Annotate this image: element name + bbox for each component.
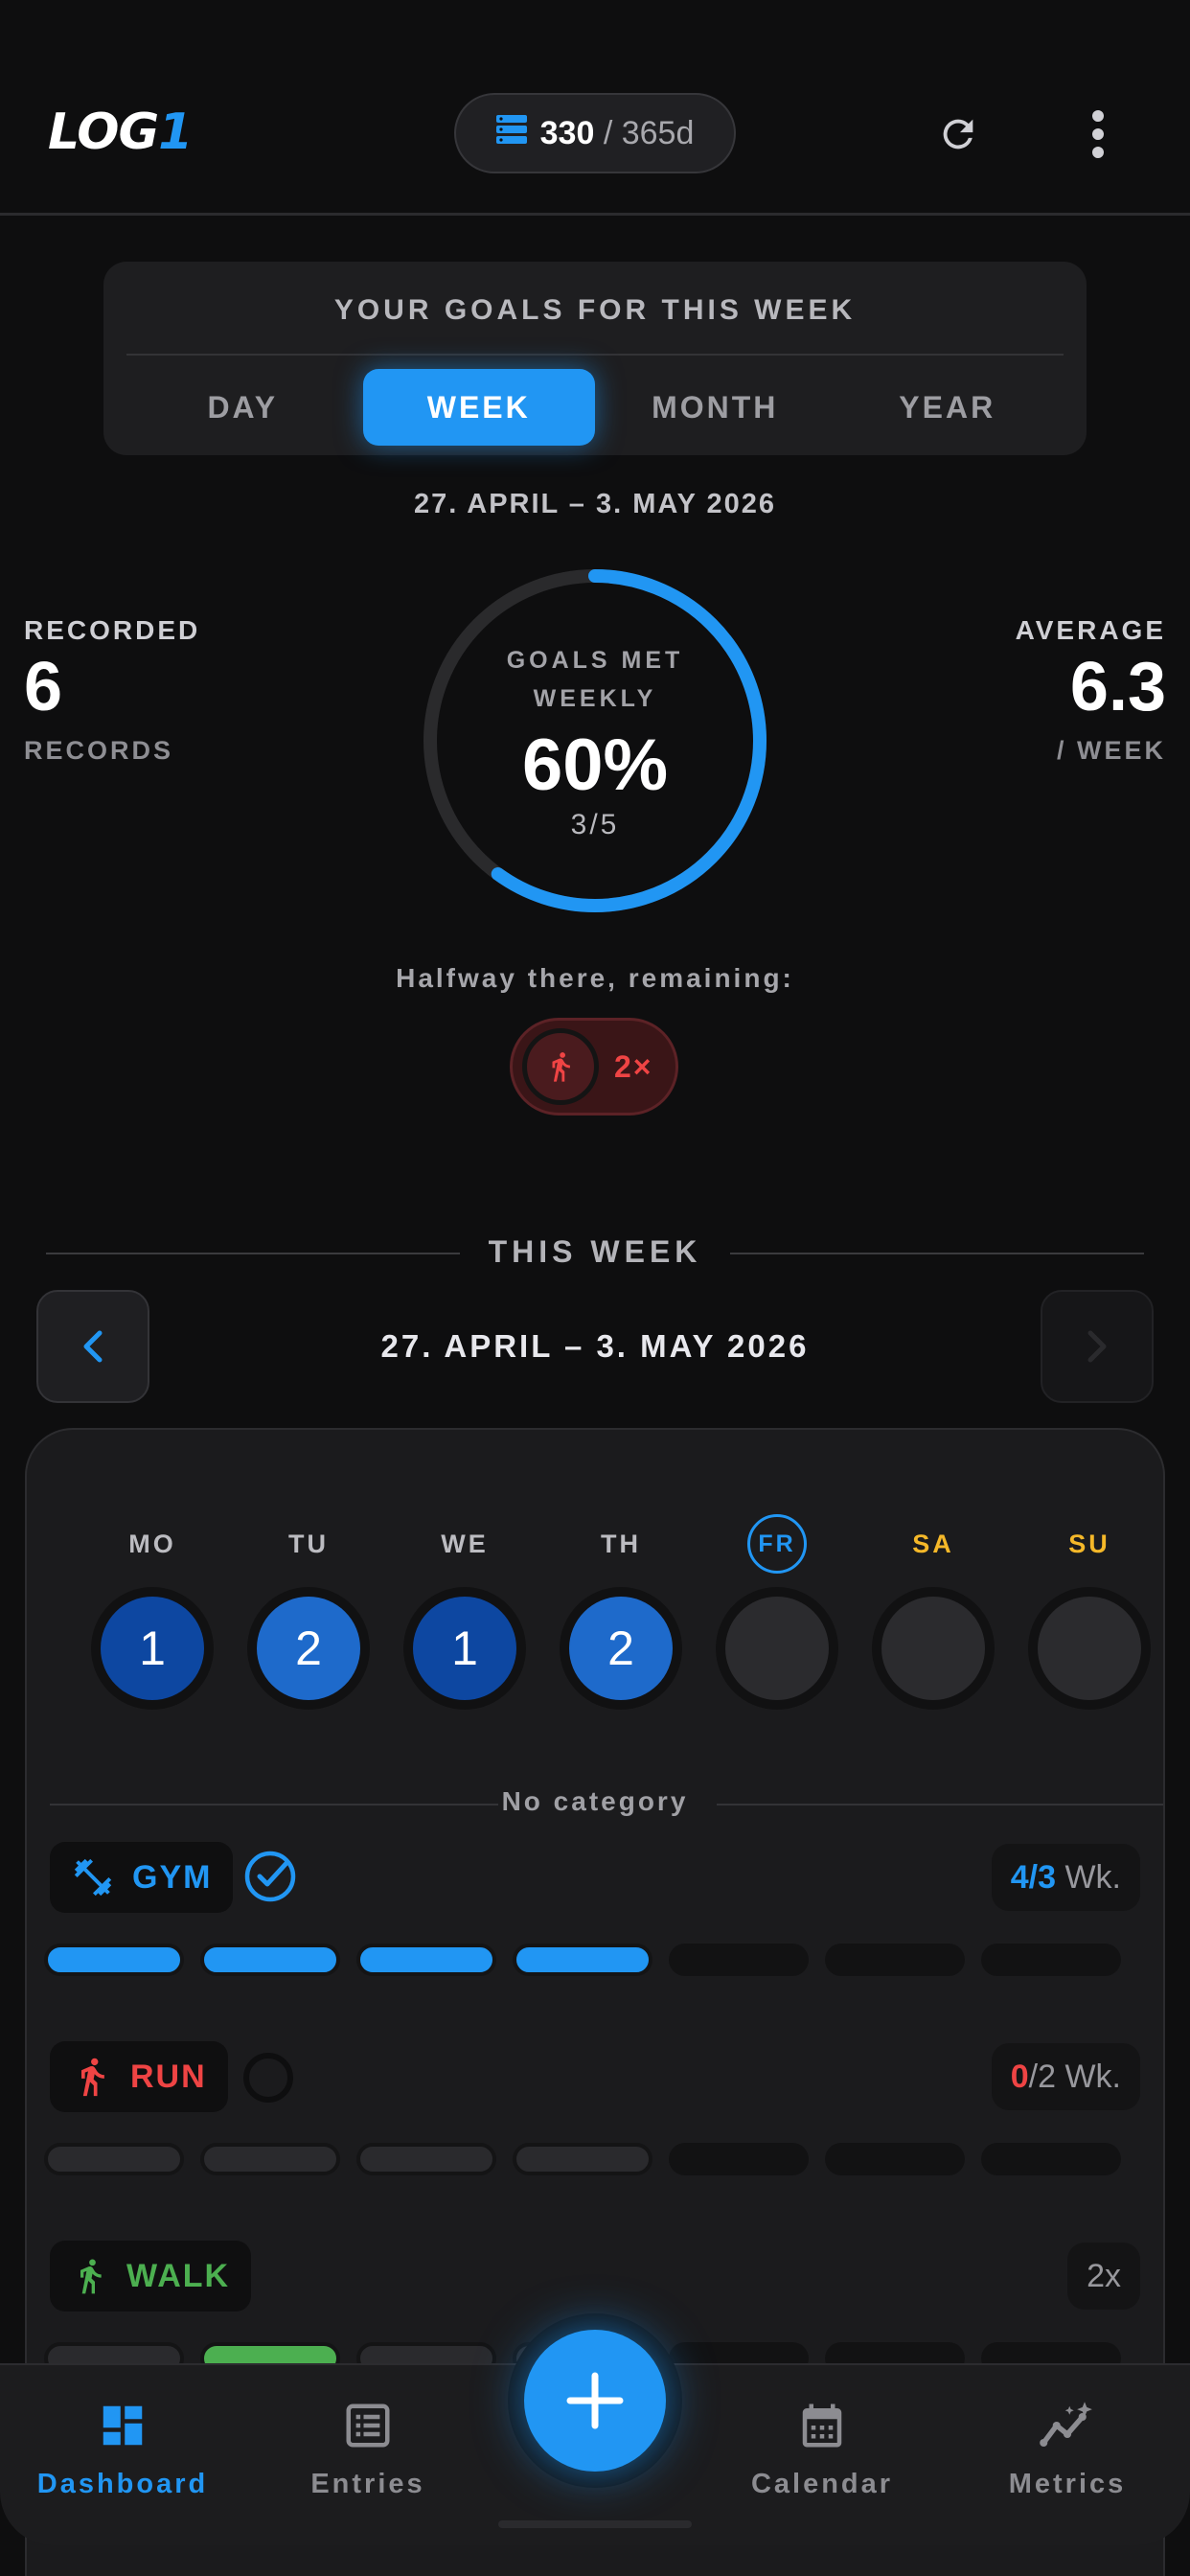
- tab-month[interactable]: MONTH: [599, 369, 832, 446]
- day-count-circle: 2: [257, 1597, 360, 1700]
- ring-percent: 60%: [521, 724, 669, 806]
- habit-run-name: RUN: [130, 2058, 207, 2095]
- day-count-circle: 1: [413, 1597, 516, 1700]
- day-sa[interactable]: SA: [861, 1430, 1005, 1710]
- dashboard-icon: [103, 2405, 143, 2446]
- recorded-value: 6: [24, 649, 63, 725]
- nav-metrics[interactable]: Metrics: [972, 2400, 1163, 2500]
- habit-walk-name: WALK: [126, 2257, 231, 2294]
- remaining-run-pill[interactable]: 2×: [510, 1018, 678, 1116]
- habit-day-bar: [825, 2143, 965, 2175]
- this-week-title: THIS WEEK: [488, 1234, 702, 1269]
- goals-title: YOUR GOALS FOR THIS WEEK: [333, 294, 857, 326]
- remaining-count: 2×: [614, 1048, 653, 1084]
- storage-quota-badge[interactable]: 330 / 365d: [454, 93, 736, 173]
- dumbbell-icon: [74, 1858, 112, 1897]
- average-stat: AVERAGE 6.3 / WEEK: [1015, 615, 1166, 765]
- ring-fraction: 3/5: [570, 808, 620, 840]
- habit-run-count: 0/2 Wk.: [991, 2043, 1140, 2110]
- habit-gym-chip[interactable]: GYM: [50, 1842, 234, 1913]
- app-logo: LOG1: [48, 104, 193, 161]
- nav-dashboard[interactable]: Dashboard: [27, 2400, 218, 2500]
- metrics-icon: [1040, 2402, 1092, 2448]
- tab-year[interactable]: YEAR: [832, 369, 1064, 446]
- habit-day-bar: [44, 1944, 184, 1976]
- walk-icon: [80, 2259, 102, 2294]
- calendar-icon: [802, 2404, 842, 2448]
- habit-day-bar: [200, 1944, 340, 1976]
- more-vert-icon: [1092, 110, 1104, 158]
- refresh-icon: [943, 119, 973, 150]
- day-mo[interactable]: MO 1: [80, 1430, 224, 1710]
- remaining-text: Halfway there, remaining:: [396, 963, 794, 993]
- goals-date-range: 27. APRIL – 3. MAY 2026: [413, 489, 777, 519]
- plus-icon: [566, 2372, 624, 2429]
- habit-day-bar: [825, 1944, 965, 1976]
- habit-day-bar: [44, 2143, 184, 2175]
- day-th[interactable]: TH 2: [549, 1430, 693, 1710]
- more-options-button[interactable]: [1069, 105, 1127, 163]
- incomplete-circle-icon: [241, 2051, 295, 2109]
- nav-calendar[interactable]: Calendar: [726, 2400, 918, 2500]
- quota-total: 365d: [621, 114, 695, 151]
- ring-label: GOALS MET WEEKLY: [506, 646, 684, 712]
- recorded-stat: RECORDED 6 RECORDS: [24, 615, 201, 765]
- storage-icon: [495, 114, 527, 152]
- day-we[interactable]: WE 1: [393, 1430, 537, 1710]
- add-entry-fab-ring: [508, 2313, 682, 2488]
- goals-period-card: YOUR GOALS FOR THIS WEEK DAY WEEK MONTH …: [103, 262, 1087, 455]
- habit-gym-count: 4/3 Wk.: [991, 1844, 1140, 1911]
- tab-day[interactable]: DAY: [126, 369, 359, 446]
- day-count-circle: [1038, 1597, 1141, 1700]
- day-count-circle: 2: [569, 1597, 673, 1700]
- day-count-circle: [881, 1597, 985, 1700]
- list-icon: [346, 2404, 390, 2448]
- habit-day-bar: [513, 2143, 652, 2175]
- day-su[interactable]: SU: [1018, 1430, 1161, 1710]
- habit-run-chip[interactable]: RUN: [50, 2041, 228, 2112]
- quota-used: 330: [539, 114, 595, 151]
- habit-day-bar: [981, 2143, 1121, 2175]
- habit-day-bar: [669, 2143, 809, 2175]
- run-icon: [522, 1028, 599, 1105]
- run-icon: [81, 2058, 104, 2097]
- average-value: 6.3: [1069, 649, 1166, 725]
- week-date-range: 27. APRIL – 3. MAY 2026: [380, 1328, 810, 1364]
- nav-entries[interactable]: Entries: [272, 2400, 464, 2500]
- habit-day-bar: [356, 1944, 496, 1976]
- header-divider: [0, 213, 1190, 216]
- habit-gym-name: GYM: [132, 1858, 213, 1896]
- habit-walk-frequency: 2x: [1067, 2242, 1140, 2310]
- habit-day-bar: [200, 2143, 340, 2175]
- day-count-circle: 1: [101, 1597, 204, 1700]
- add-entry-button[interactable]: [524, 2330, 666, 2472]
- tab-week[interactable]: WEEK: [362, 369, 595, 446]
- day-tu[interactable]: TU 2: [237, 1430, 380, 1710]
- chevron-right-icon: [1087, 1330, 1107, 1363]
- day-fr[interactable]: FR: [705, 1430, 849, 1710]
- day-count-circle: [725, 1597, 829, 1700]
- habit-day-bar: [356, 2143, 496, 2175]
- habit-day-bar: [513, 1944, 652, 1976]
- refresh-button[interactable]: [929, 105, 987, 163]
- habit-walk-chip[interactable]: WALK: [50, 2241, 252, 2312]
- habit-day-bar: [981, 1944, 1121, 1976]
- check-circle-icon: [243, 1850, 297, 1908]
- habit-day-bar: [669, 1944, 809, 1976]
- period-tabs: DAY WEEK MONTH YEAR: [126, 369, 1064, 446]
- category-title: No category: [501, 1786, 689, 1816]
- next-week-button[interactable]: [1041, 1290, 1154, 1403]
